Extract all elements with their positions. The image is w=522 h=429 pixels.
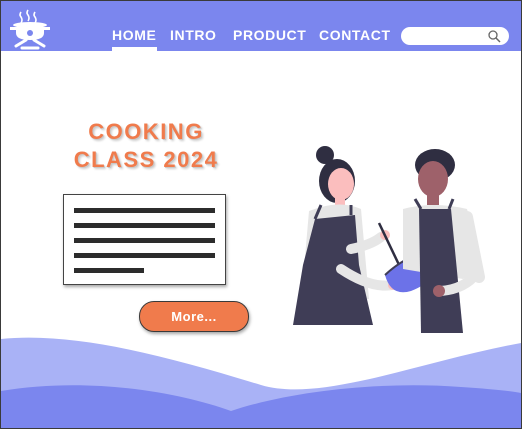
text-placeholder-card (63, 194, 226, 285)
search-icon[interactable] (487, 29, 501, 43)
text-line (74, 223, 215, 228)
search-box[interactable] (401, 27, 509, 45)
text-line (74, 238, 215, 243)
chefs-cooking-illustration (293, 146, 485, 333)
hero-title-line1: COOKING (88, 119, 204, 144)
nav-intro[interactable]: INTRO (170, 27, 217, 43)
text-line (74, 268, 144, 273)
header-bar: HOME INTRO PRODUCT CONTACT (1, 1, 521, 51)
nav-contact[interactable]: CONTACT (319, 27, 391, 43)
page-frame: HOME INTRO PRODUCT CONTACT COOKING CLASS… (0, 0, 522, 429)
search-input[interactable] (409, 28, 485, 44)
nav-home[interactable]: HOME (112, 27, 158, 51)
cooking-pot-icon[interactable] (10, 8, 54, 52)
nav-product[interactable]: PRODUCT (233, 27, 306, 43)
hero-title-line2: CLASS 2024 (73, 147, 219, 172)
text-line (74, 208, 215, 213)
text-line (74, 253, 215, 258)
